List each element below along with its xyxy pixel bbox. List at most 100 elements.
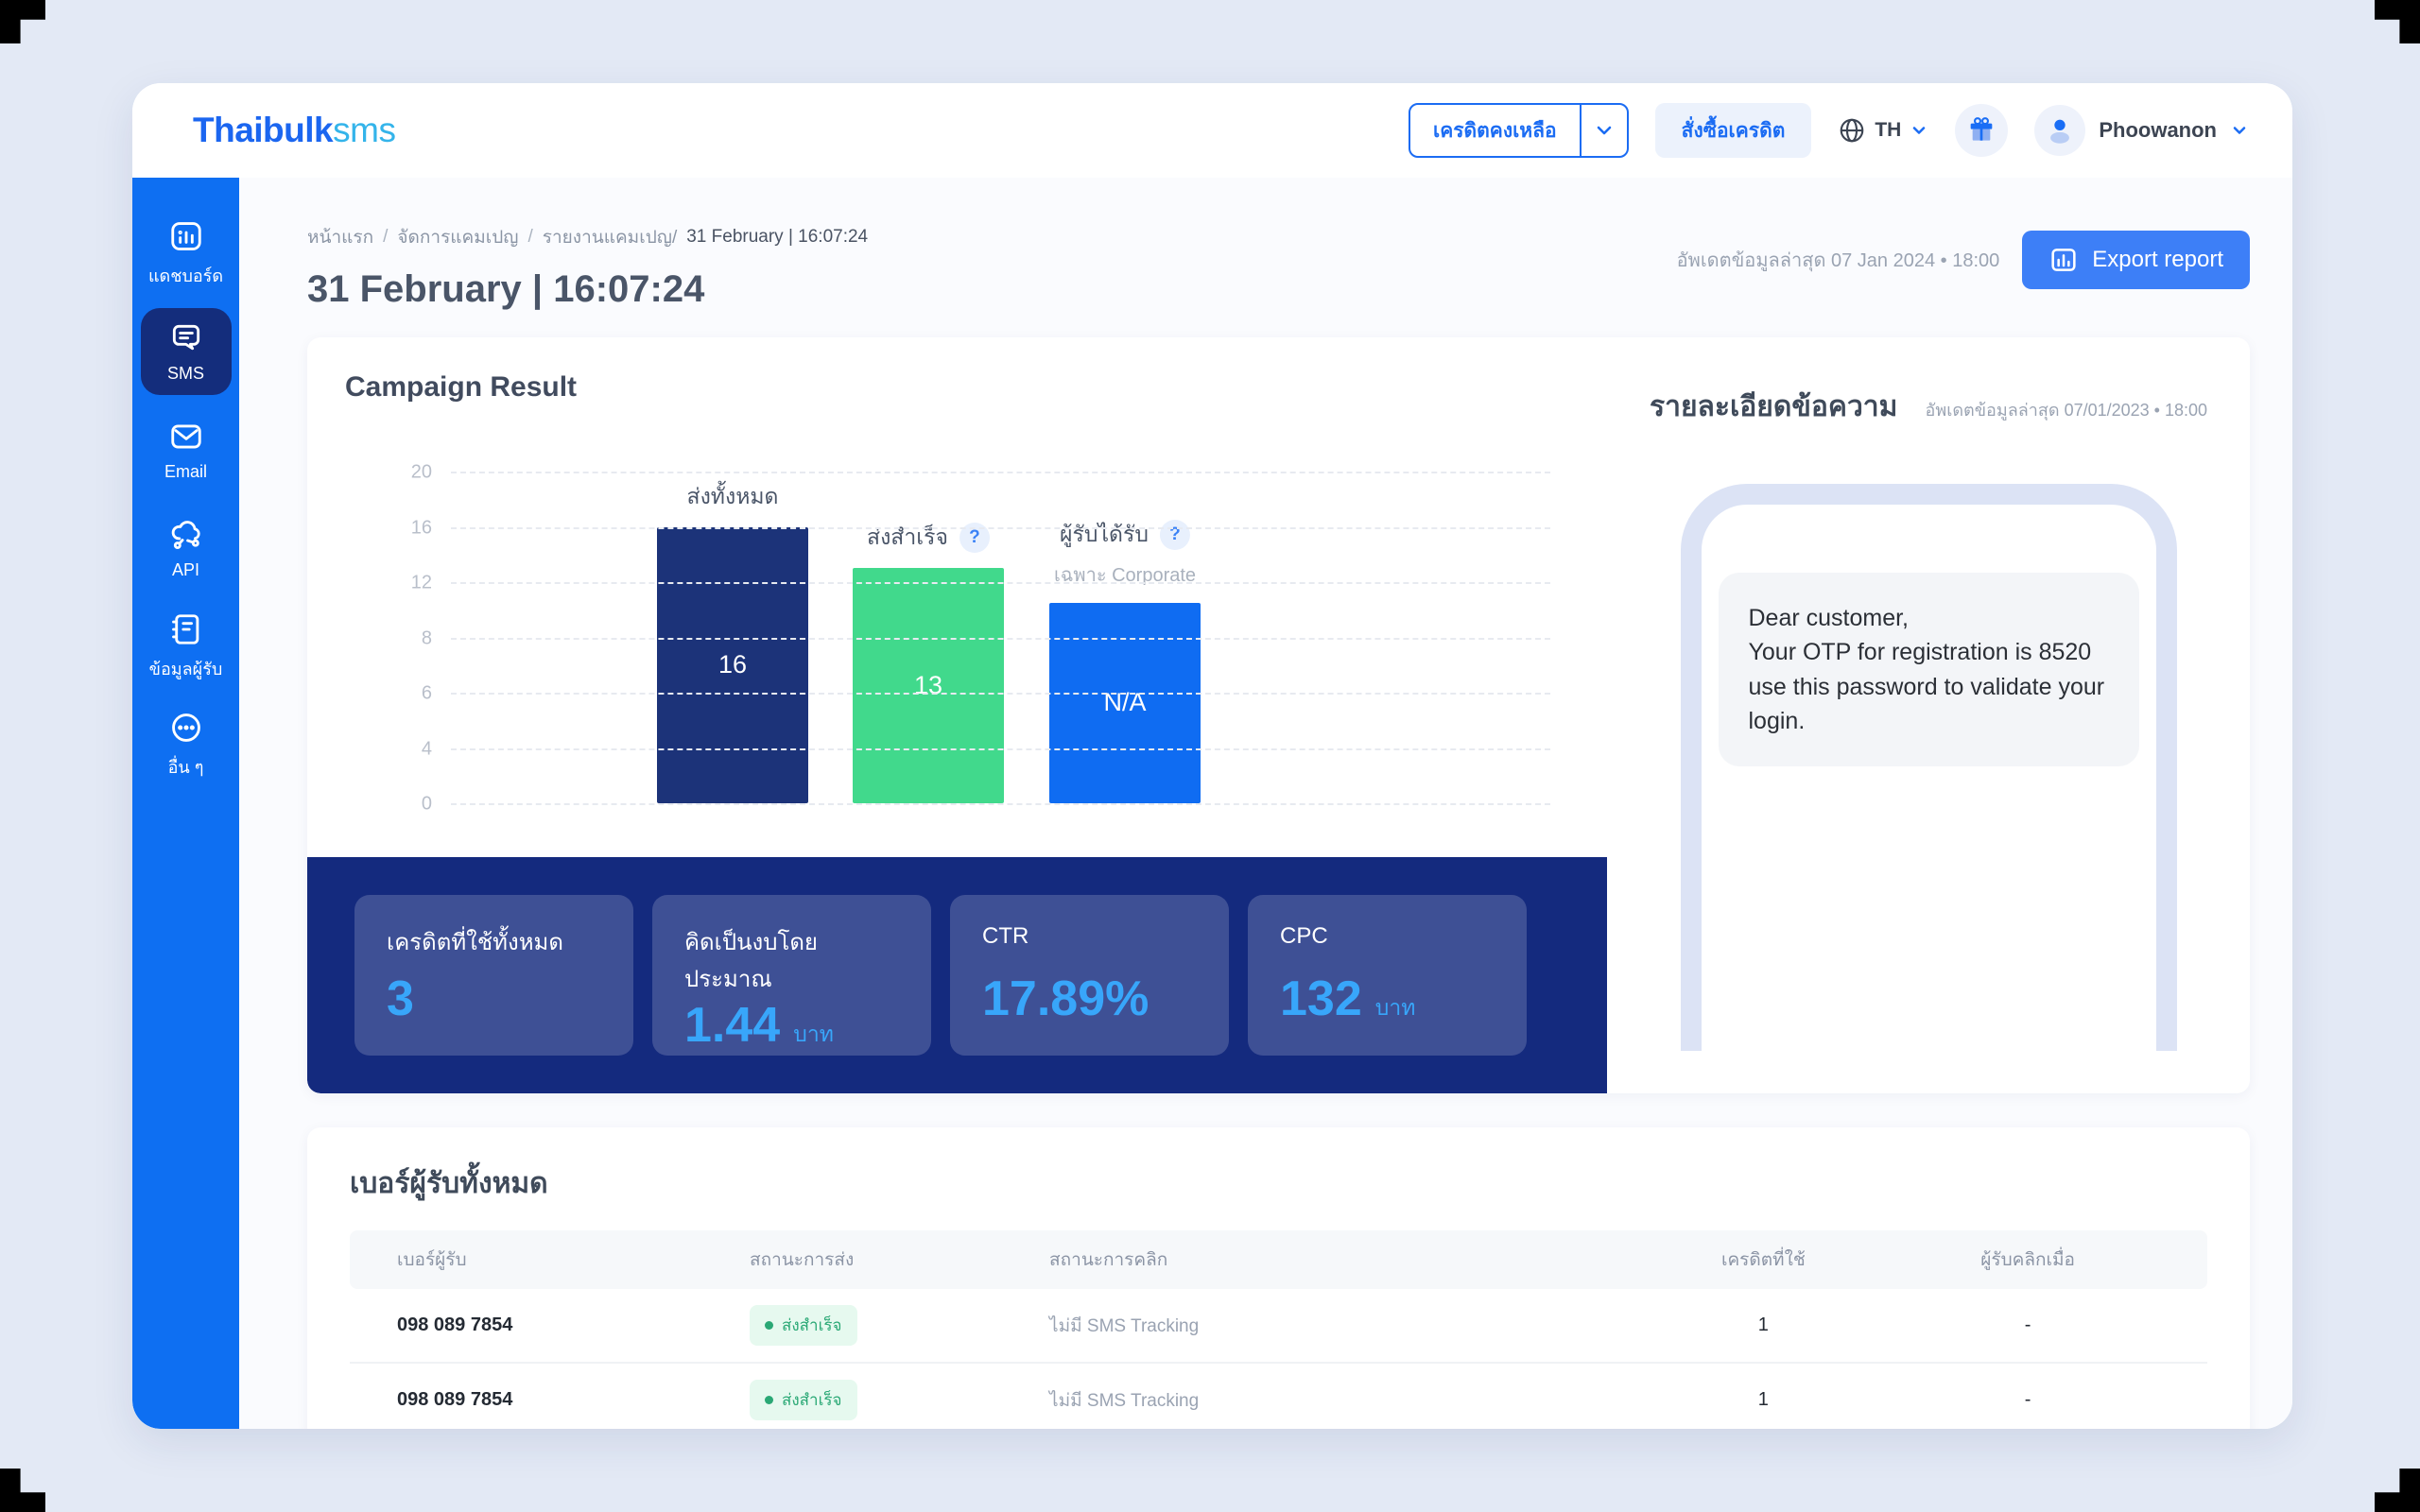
cell-phone: 098 089 7854 bbox=[397, 1314, 750, 1336]
breadcrumb-separator: / bbox=[528, 227, 533, 248]
sms-message-bubble: Dear customer, Your OTP for registration… bbox=[1719, 573, 2139, 766]
y-axis-tick: 0 bbox=[383, 793, 432, 815]
bar-chart: ส่งทั้งหมด 16 ส่งสำเร็จ ? bbox=[451, 472, 1550, 803]
gift-icon bbox=[1966, 115, 1996, 146]
cell-click-status: ไม่มี SMS Tracking bbox=[1049, 1386, 1631, 1415]
status-badge: ส่งสำเร็จ bbox=[750, 1380, 857, 1420]
stat-card-credits-used: เครดิตที่ใช้ทั้งหมด 3 bbox=[354, 895, 633, 1056]
cell-clicked-at: - bbox=[1895, 1314, 2160, 1336]
recipients-title: เบอร์ผู้รับทั้งหมด bbox=[350, 1161, 2207, 1206]
cell-credits: 1 bbox=[1631, 1314, 1895, 1336]
campaign-result-card: Campaign Result ส่งทั้งหมด 16 bbox=[307, 337, 2250, 1093]
col-header-clicked-at: ผู้รับคลิกเมื่อ bbox=[1895, 1246, 2160, 1274]
col-header-send-status: สถานะการส่ง bbox=[750, 1246, 1049, 1274]
api-icon bbox=[168, 517, 204, 553]
sidebar-item-dashboard[interactable]: แดชบอร์ด bbox=[141, 210, 232, 297]
cell-click-status: ไม่มี SMS Tracking bbox=[1049, 1312, 1631, 1340]
message-details-title: รายละเอียดข้อความ bbox=[1650, 385, 1897, 429]
col-header-click-status: สถานะการคลิก bbox=[1049, 1246, 1631, 1274]
chevron-down-icon bbox=[1910, 121, 1928, 140]
gridline: 16 bbox=[451, 527, 1550, 529]
top-header: Thaibulksms เครดิตคงเหลือ สั่งซื้อเครดิต… bbox=[132, 83, 2292, 178]
recipients-table: เบอร์ผู้รับ สถานะการส่ง สถานะการคลิก เคร… bbox=[350, 1230, 2207, 1429]
avatar bbox=[2034, 105, 2085, 156]
language-code: TH bbox=[1875, 119, 1901, 142]
bar-recipients-received[interactable]: ผู้รับได้รับ ? เฉพาะ Corporate N/A bbox=[1049, 603, 1201, 803]
stat-value: 3 bbox=[387, 971, 414, 1027]
status-badge-label: ส่งสำเร็จ bbox=[782, 1313, 842, 1338]
bar-value: 13 bbox=[914, 671, 942, 700]
y-axis-tick: 12 bbox=[383, 572, 432, 593]
remaining-credit-button[interactable]: เครดิตคงเหลือ bbox=[1409, 103, 1629, 158]
message-details-update: อัพเดตข้อมูลล่าสุด 07/01/2023 • 18:00 bbox=[1926, 396, 2207, 423]
rewards-button[interactable] bbox=[1955, 104, 2008, 157]
main-content: หน้าแรก/ จัดการแคมเปญ/ รายงานแคมเปญ/ 31 … bbox=[239, 178, 2292, 1429]
sidebar-item-sms[interactable]: SMS bbox=[141, 308, 232, 395]
table-row[interactable]: 098 089 7854 ส่งสำเร็จ ไม่มี SMS Trackin… bbox=[350, 1289, 2207, 1364]
stat-value: 132 bbox=[1280, 971, 1362, 1027]
stat-label: CPC bbox=[1280, 923, 1495, 950]
breadcrumb-report[interactable]: รายงานแคมเปญ/ bbox=[543, 223, 677, 251]
user-menu[interactable]: Phoowanon bbox=[2034, 105, 2249, 156]
logo-part2: sms bbox=[333, 111, 395, 149]
help-icon[interactable]: ? bbox=[1160, 520, 1190, 550]
sidebar-item-email[interactable]: Email bbox=[141, 406, 232, 493]
table-row[interactable]: 098 089 7854 ส่งสำเร็จ ไม่มี SMS Trackin… bbox=[350, 1364, 2207, 1429]
credit-dropdown-toggle[interactable] bbox=[1580, 105, 1627, 156]
breadcrumb-home[interactable]: หน้าแรก bbox=[307, 223, 373, 251]
export-report-label: Export report bbox=[2092, 247, 2223, 273]
sidebar-item-api[interactable]: API bbox=[141, 505, 232, 592]
sidebar-item-recipients[interactable]: ข้อมูลผู้รับ bbox=[141, 603, 232, 690]
user-icon bbox=[2044, 114, 2076, 146]
bar-sublabel: เฉพาะ Corporate bbox=[1054, 559, 1196, 590]
corner-mark bbox=[0, 0, 45, 43]
email-icon bbox=[168, 419, 204, 455]
gridline: 12 bbox=[451, 582, 1550, 584]
y-axis-tick: 4 bbox=[383, 738, 432, 760]
col-header-phone: เบอร์ผู้รับ bbox=[397, 1246, 750, 1274]
app-logo[interactable]: Thaibulksms bbox=[193, 111, 395, 150]
status-badge: ส่งสำเร็จ bbox=[750, 1305, 857, 1346]
header-controls: เครดิตคงเหลือ สั่งซื้อเครดิต TH bbox=[1409, 103, 2249, 158]
report-icon bbox=[2048, 245, 2079, 275]
stat-label: CTR bbox=[982, 923, 1197, 950]
globe-icon bbox=[1838, 116, 1866, 145]
y-axis-tick: 8 bbox=[383, 627, 432, 649]
breadcrumb-campaigns[interactable]: จัดการแคมเปญ bbox=[397, 223, 518, 251]
stat-card-budget: คิดเป็นงบโดยประมาณ 1.44บาท bbox=[652, 895, 931, 1056]
bar-value: 16 bbox=[718, 650, 747, 679]
sidebar-item-label: ข้อมูลผู้รับ bbox=[149, 655, 223, 682]
logo-part1: Thaibulk bbox=[193, 111, 333, 149]
cell-credits: 1 bbox=[1631, 1389, 1895, 1411]
last-update-text: อัพเดตข้อมูลล่าสุด 07 Jan 2024 • 18:00 bbox=[1677, 245, 2000, 275]
corner-mark bbox=[0, 1469, 45, 1512]
gridline: 8 bbox=[451, 638, 1550, 640]
more-icon bbox=[168, 710, 204, 746]
sidebar-item-label: แดชบอร์ด bbox=[148, 262, 223, 289]
app-window: Thaibulksms เครดิตคงเหลือ สั่งซื้อเครดิต… bbox=[132, 83, 2292, 1429]
bar-label: ส่งทั้งหมด bbox=[687, 480, 779, 514]
status-dot-icon bbox=[765, 1321, 773, 1330]
chevron-down-icon bbox=[2230, 121, 2249, 140]
bar-total-sent[interactable]: ส่งทั้งหมด 16 bbox=[657, 527, 808, 803]
sms-icon bbox=[168, 320, 204, 356]
sidebar-item-label: API bbox=[172, 560, 199, 580]
bar-sent-success[interactable]: ส่งสำเร็จ ? 13 bbox=[853, 568, 1004, 803]
corner-mark bbox=[2375, 0, 2420, 43]
dashboard-icon bbox=[168, 218, 204, 254]
export-report-button[interactable]: Export report bbox=[2022, 231, 2250, 289]
stat-unit: บาท bbox=[1375, 991, 1416, 1025]
remaining-credit-label: เครดิตคงเหลือ bbox=[1410, 105, 1580, 156]
gridline: 20 bbox=[451, 472, 1550, 473]
recipients-card: เบอร์ผู้รับทั้งหมด เบอร์ผู้รับ สถานะการส… bbox=[307, 1127, 2250, 1429]
stat-value: 1.44 bbox=[684, 997, 780, 1054]
bar-label: ผู้รับได้รับ bbox=[1060, 518, 1149, 552]
chart-title: Campaign Result bbox=[345, 371, 1569, 404]
sidebar-item-more[interactable]: อื่น ๆ bbox=[141, 701, 232, 788]
buy-credit-button[interactable]: สั่งซื้อเครดิต bbox=[1655, 103, 1812, 158]
contacts-icon bbox=[168, 611, 204, 647]
gridline: 4 bbox=[451, 748, 1550, 750]
sidebar-item-label: SMS bbox=[167, 364, 204, 384]
language-selector[interactable]: TH bbox=[1838, 116, 1928, 145]
breadcrumb-current: 31 February | 16:07:24 bbox=[686, 227, 868, 248]
